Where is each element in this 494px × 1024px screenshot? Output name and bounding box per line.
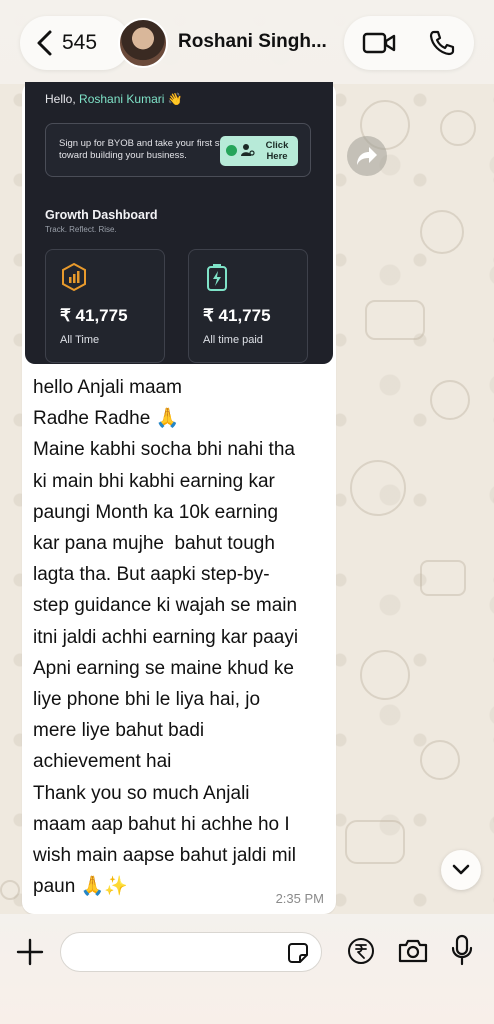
chevron-down-icon — [452, 864, 470, 875]
promo-button-label: Click Here — [265, 140, 289, 162]
stat-card-all-time: ₹ 41,775 All Time — [45, 249, 165, 363]
greeting-name: Roshani Kumari — [79, 92, 165, 106]
scroll-to-bottom-button[interactable] — [441, 850, 481, 890]
composer-bar — [0, 914, 494, 1024]
message-time: 2:35 PM — [275, 891, 324, 906]
chevron-left-icon — [37, 30, 52, 56]
greeting: Hello, Roshani Kumari 👋 — [45, 92, 183, 106]
camera-icon[interactable] — [397, 938, 429, 964]
stat-card-all-time-paid: ₹ 41,775 All time paid — [188, 249, 308, 363]
stat-value: ₹ 41,775 — [203, 306, 271, 325]
unread-count: 545 — [62, 31, 98, 54]
dashboard-title: Growth Dashboard — [45, 208, 158, 222]
contact-name[interactable]: Roshani Singh... — [178, 31, 327, 53]
home-indicator — [180, 1010, 314, 1015]
avatar[interactable] — [118, 18, 168, 68]
user-search-icon — [241, 144, 255, 156]
message-input[interactable] — [75, 941, 275, 965]
rupee-icon[interactable] — [347, 937, 375, 965]
wave-emoji: 👋 — [167, 92, 183, 106]
chart-hexagon-icon — [62, 262, 86, 292]
stat-label: All Time — [60, 334, 100, 346]
message-input-box[interactable] — [60, 932, 322, 972]
screenshot-image[interactable]: Hello, Roshani Kumari 👋 Sign up for BYOB… — [25, 82, 333, 364]
stat-label: All time paid — [203, 334, 263, 346]
whatsapp-icon — [226, 145, 237, 156]
forward-arrow-icon — [357, 147, 377, 165]
promo-banner: Sign up for BYOB and take your first ste… — [45, 123, 311, 177]
promo-text: Sign up for BYOB and take your first ste… — [59, 138, 233, 161]
call-actions — [344, 16, 474, 70]
click-here-button: Click Here — [220, 136, 298, 166]
sticker-icon[interactable] — [287, 942, 309, 964]
battery-bolt-icon — [207, 264, 227, 291]
plus-icon[interactable] — [16, 938, 44, 966]
greeting-prefix: Hello, — [45, 92, 76, 106]
phone-icon[interactable] — [428, 29, 456, 57]
forward-button[interactable] — [347, 136, 387, 176]
message-text: hello Anjali maam Radhe Radhe 🙏 Maine ka… — [33, 377, 299, 898]
microphone-icon[interactable] — [451, 934, 473, 966]
video-camera-icon[interactable] — [362, 31, 396, 55]
back-button[interactable]: 545 — [20, 16, 130, 70]
message-bubble[interactable]: Hello, Roshani Kumari 👋 Sign up for BYOB… — [22, 82, 336, 914]
chat-header: 545 Roshani Singh... — [0, 0, 494, 84]
dashboard-subtitle: Track. Reflect. Rise. — [45, 225, 117, 234]
stat-value: ₹ 41,775 — [60, 306, 128, 325]
